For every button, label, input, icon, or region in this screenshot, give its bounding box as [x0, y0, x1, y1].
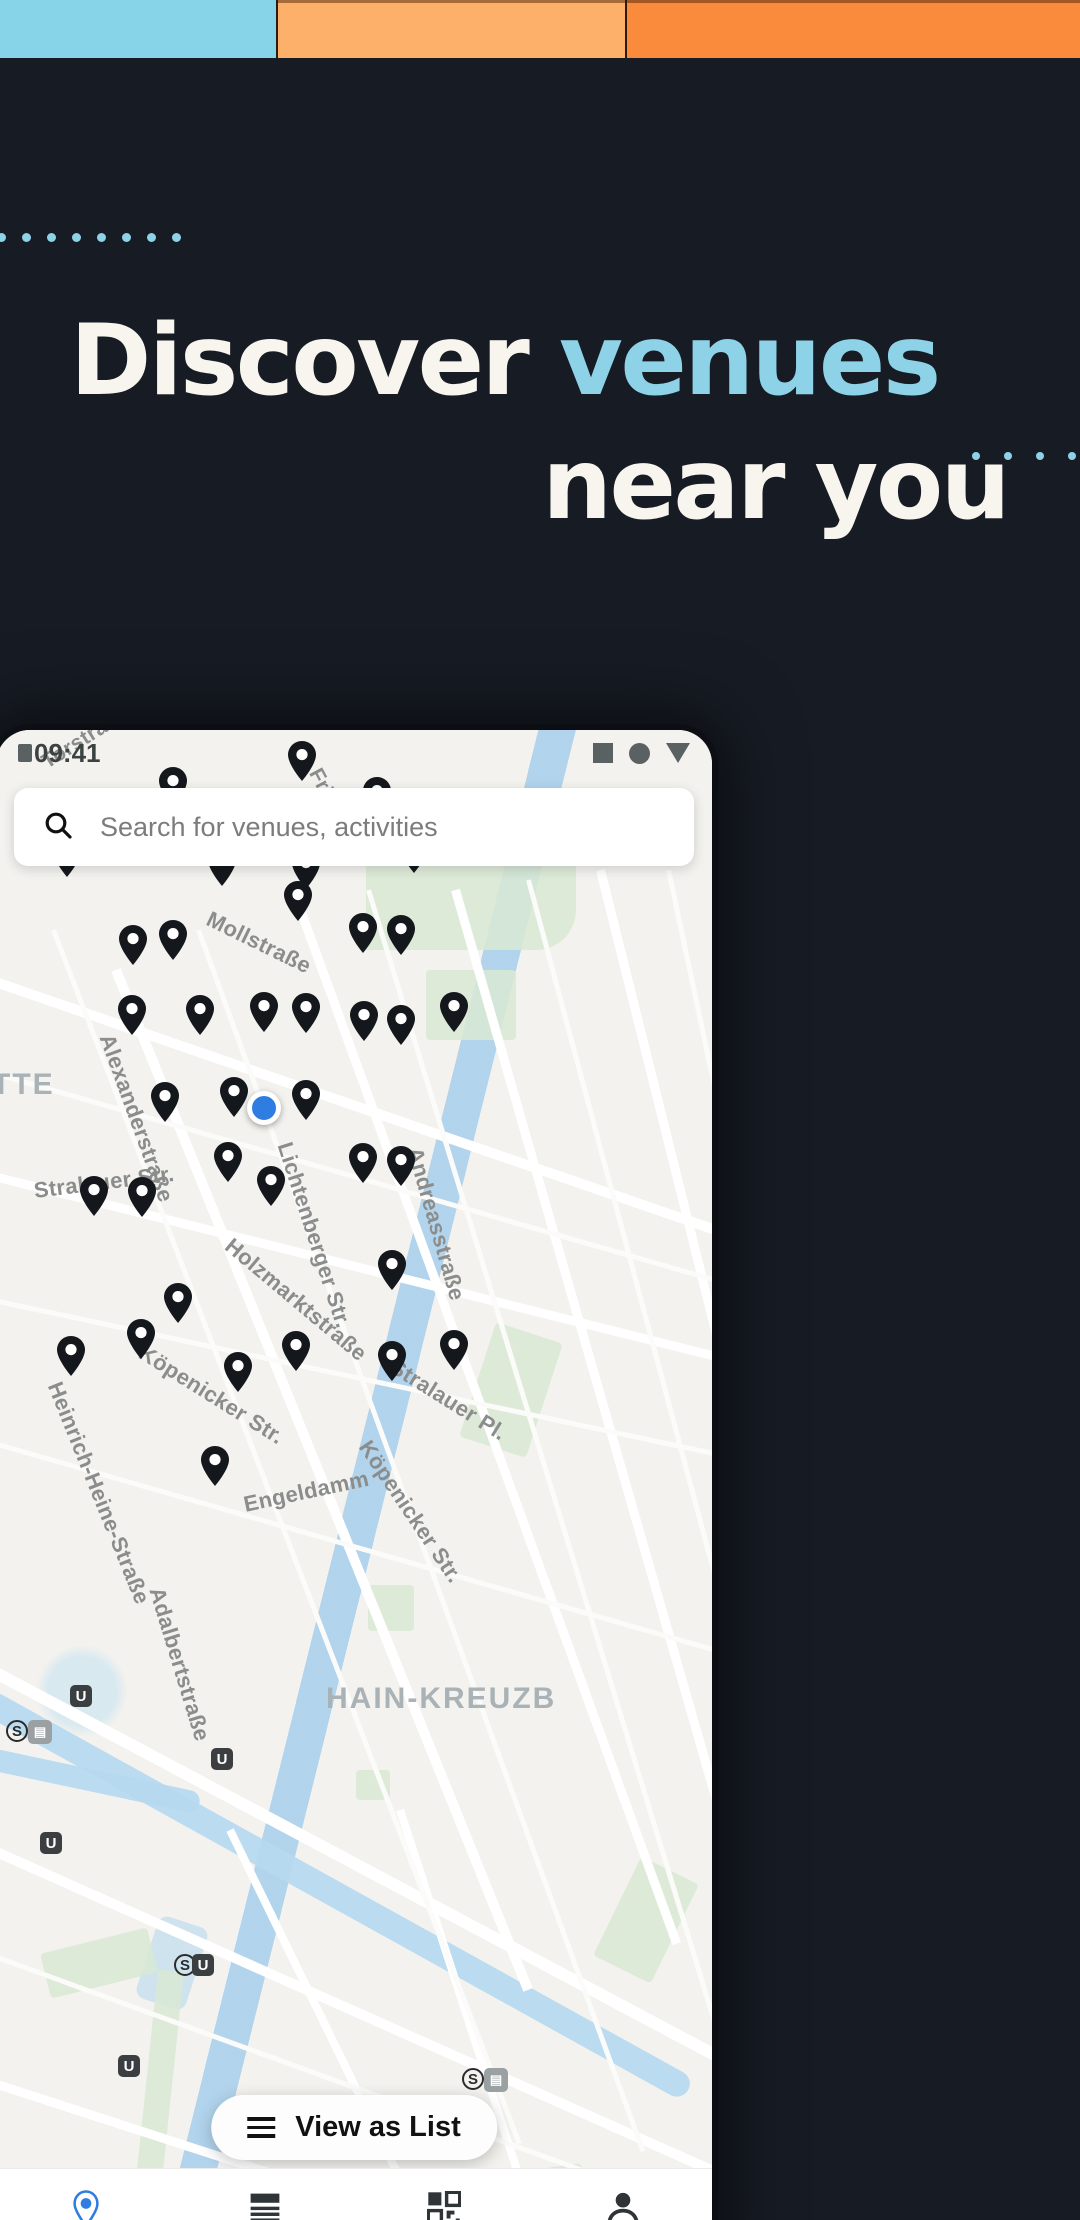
u-bahn-icon: U [70, 1685, 92, 1707]
nav-item-profile[interactable]: Profile [533, 2189, 712, 2220]
map-venue-pin[interactable] [437, 990, 471, 1034]
page-title: Discover venues near you [60, 312, 1020, 534]
map-venue-pin[interactable] [116, 923, 150, 967]
strip-segment-light-orange [276, 0, 625, 58]
view-as-list-label: View as List [295, 2111, 461, 2143]
search-input[interactable]: Search for venues, activities [100, 812, 438, 843]
map-venue-pin[interactable] [347, 999, 381, 1043]
decorative-dot [147, 233, 156, 242]
nav-item-checkin[interactable]: Check-In [354, 2189, 533, 2220]
top-color-strip [0, 0, 1080, 58]
map-venue-pin[interactable] [437, 1328, 471, 1372]
nav-item-activities[interactable]: Activities [175, 2189, 354, 2220]
map-canvas[interactable]: TorstraßeFriede...MollstraßeAlexanderstr… [0, 730, 712, 2220]
landing-page: Discover venues near you Torstraße Molls… [0, 0, 1080, 2220]
map-venue-pin[interactable] [115, 993, 149, 1037]
headline-accent: venues [559, 304, 941, 418]
map-venue-pin[interactable] [217, 1075, 251, 1119]
decorative-dot [0, 233, 6, 242]
bottom-navigation: Venues Activities [0, 2168, 712, 2220]
map-venue-pin[interactable] [346, 911, 380, 955]
headline-line-2: near you [542, 428, 1010, 542]
map-venue-pin[interactable] [124, 1317, 158, 1361]
map-venue-pin[interactable] [198, 1444, 232, 1488]
u-bahn-icon: U [40, 1832, 62, 1854]
map-venue-pin[interactable] [148, 1080, 182, 1124]
circle-icon [629, 742, 650, 764]
user-location-dot [247, 1091, 281, 1125]
decorative-dot [22, 233, 31, 242]
map-venue-pin[interactable] [384, 1003, 418, 1047]
map-venue-pin[interactable] [54, 1334, 88, 1378]
map-venue-pin[interactable] [384, 913, 418, 957]
square-icon [593, 743, 613, 763]
decorative-dot [47, 233, 56, 242]
map-venue-pin[interactable] [254, 1164, 288, 1208]
map-venue-pin[interactable] [221, 1350, 255, 1394]
search-bar[interactable]: Search for venues, activities [14, 788, 694, 866]
train-icon: ▤ [484, 2068, 508, 2092]
map-venue-pin[interactable] [247, 990, 281, 1034]
search-icon [42, 809, 74, 846]
map-street-label: Adalbertstraße [144, 1584, 216, 1745]
decorative-dot [172, 233, 181, 242]
s-bahn-icon: S [6, 1720, 28, 1742]
train-icon: ▤ [28, 1720, 52, 1744]
strip-segment-orange [625, 0, 1080, 58]
hamburger-icon [247, 2117, 276, 2138]
hero-section: Discover venues near you [0, 312, 1080, 534]
triangle-down-icon [666, 743, 690, 763]
map-venue-pin[interactable] [211, 1140, 245, 1184]
map-venue-pin[interactable] [125, 1175, 159, 1219]
map-venue-pin[interactable] [281, 879, 315, 923]
status-time: 09:41 [34, 737, 101, 768]
decorative-dot [122, 233, 131, 242]
location-pin-icon [69, 2189, 103, 2220]
qr-code-icon [426, 2189, 461, 2220]
u-bahn-icon: U [211, 1748, 233, 1770]
battery-icon [18, 744, 32, 762]
view-as-list-button[interactable]: View as List [211, 2095, 497, 2160]
decorative-dot [97, 233, 106, 242]
map-venue-pin[interactable] [289, 991, 323, 1035]
road [666, 869, 712, 2143]
nav-item-venues[interactable]: Venues [0, 2189, 175, 2220]
map-district-label: TTE [0, 1068, 55, 1101]
list-icon [248, 2189, 282, 2220]
u-bahn-icon: U [192, 1954, 214, 1976]
map-district-label: HAIN-KREUZB [326, 1682, 557, 1715]
road [0, 1290, 712, 1462]
park-area [134, 1969, 184, 2201]
map-venue-pin[interactable] [77, 1174, 111, 1218]
map-venue-pin[interactable] [346, 1141, 380, 1185]
s-bahn-icon: S [462, 2068, 484, 2090]
map-venue-pin[interactable] [156, 918, 190, 962]
headline-plain: Discover [70, 304, 559, 418]
decorative-dot [72, 233, 81, 242]
phone-mockup: TorstraßeFriede...MollstraßeAlexanderstr… [0, 730, 712, 2220]
map-venue-pin[interactable] [375, 1339, 409, 1383]
map-street-label: Heinrich-Heine-Straße [42, 1378, 155, 1608]
map-venue-pin[interactable] [384, 1144, 418, 1188]
status-bar: 09:41 [0, 730, 712, 776]
map-venue-pin[interactable] [183, 993, 217, 1037]
map-venue-pin[interactable] [161, 1281, 195, 1325]
u-bahn-icon: U [118, 2055, 140, 2077]
map-venue-pin[interactable] [289, 1078, 323, 1122]
headline-line-1: Discover venues [60, 312, 1020, 410]
strip-segment-cyan [0, 0, 276, 58]
person-icon [606, 2189, 640, 2220]
map-venue-pin[interactable] [375, 1248, 409, 1292]
map-venue-pin[interactable] [279, 1329, 313, 1373]
decorative-dots-left [0, 233, 181, 242]
